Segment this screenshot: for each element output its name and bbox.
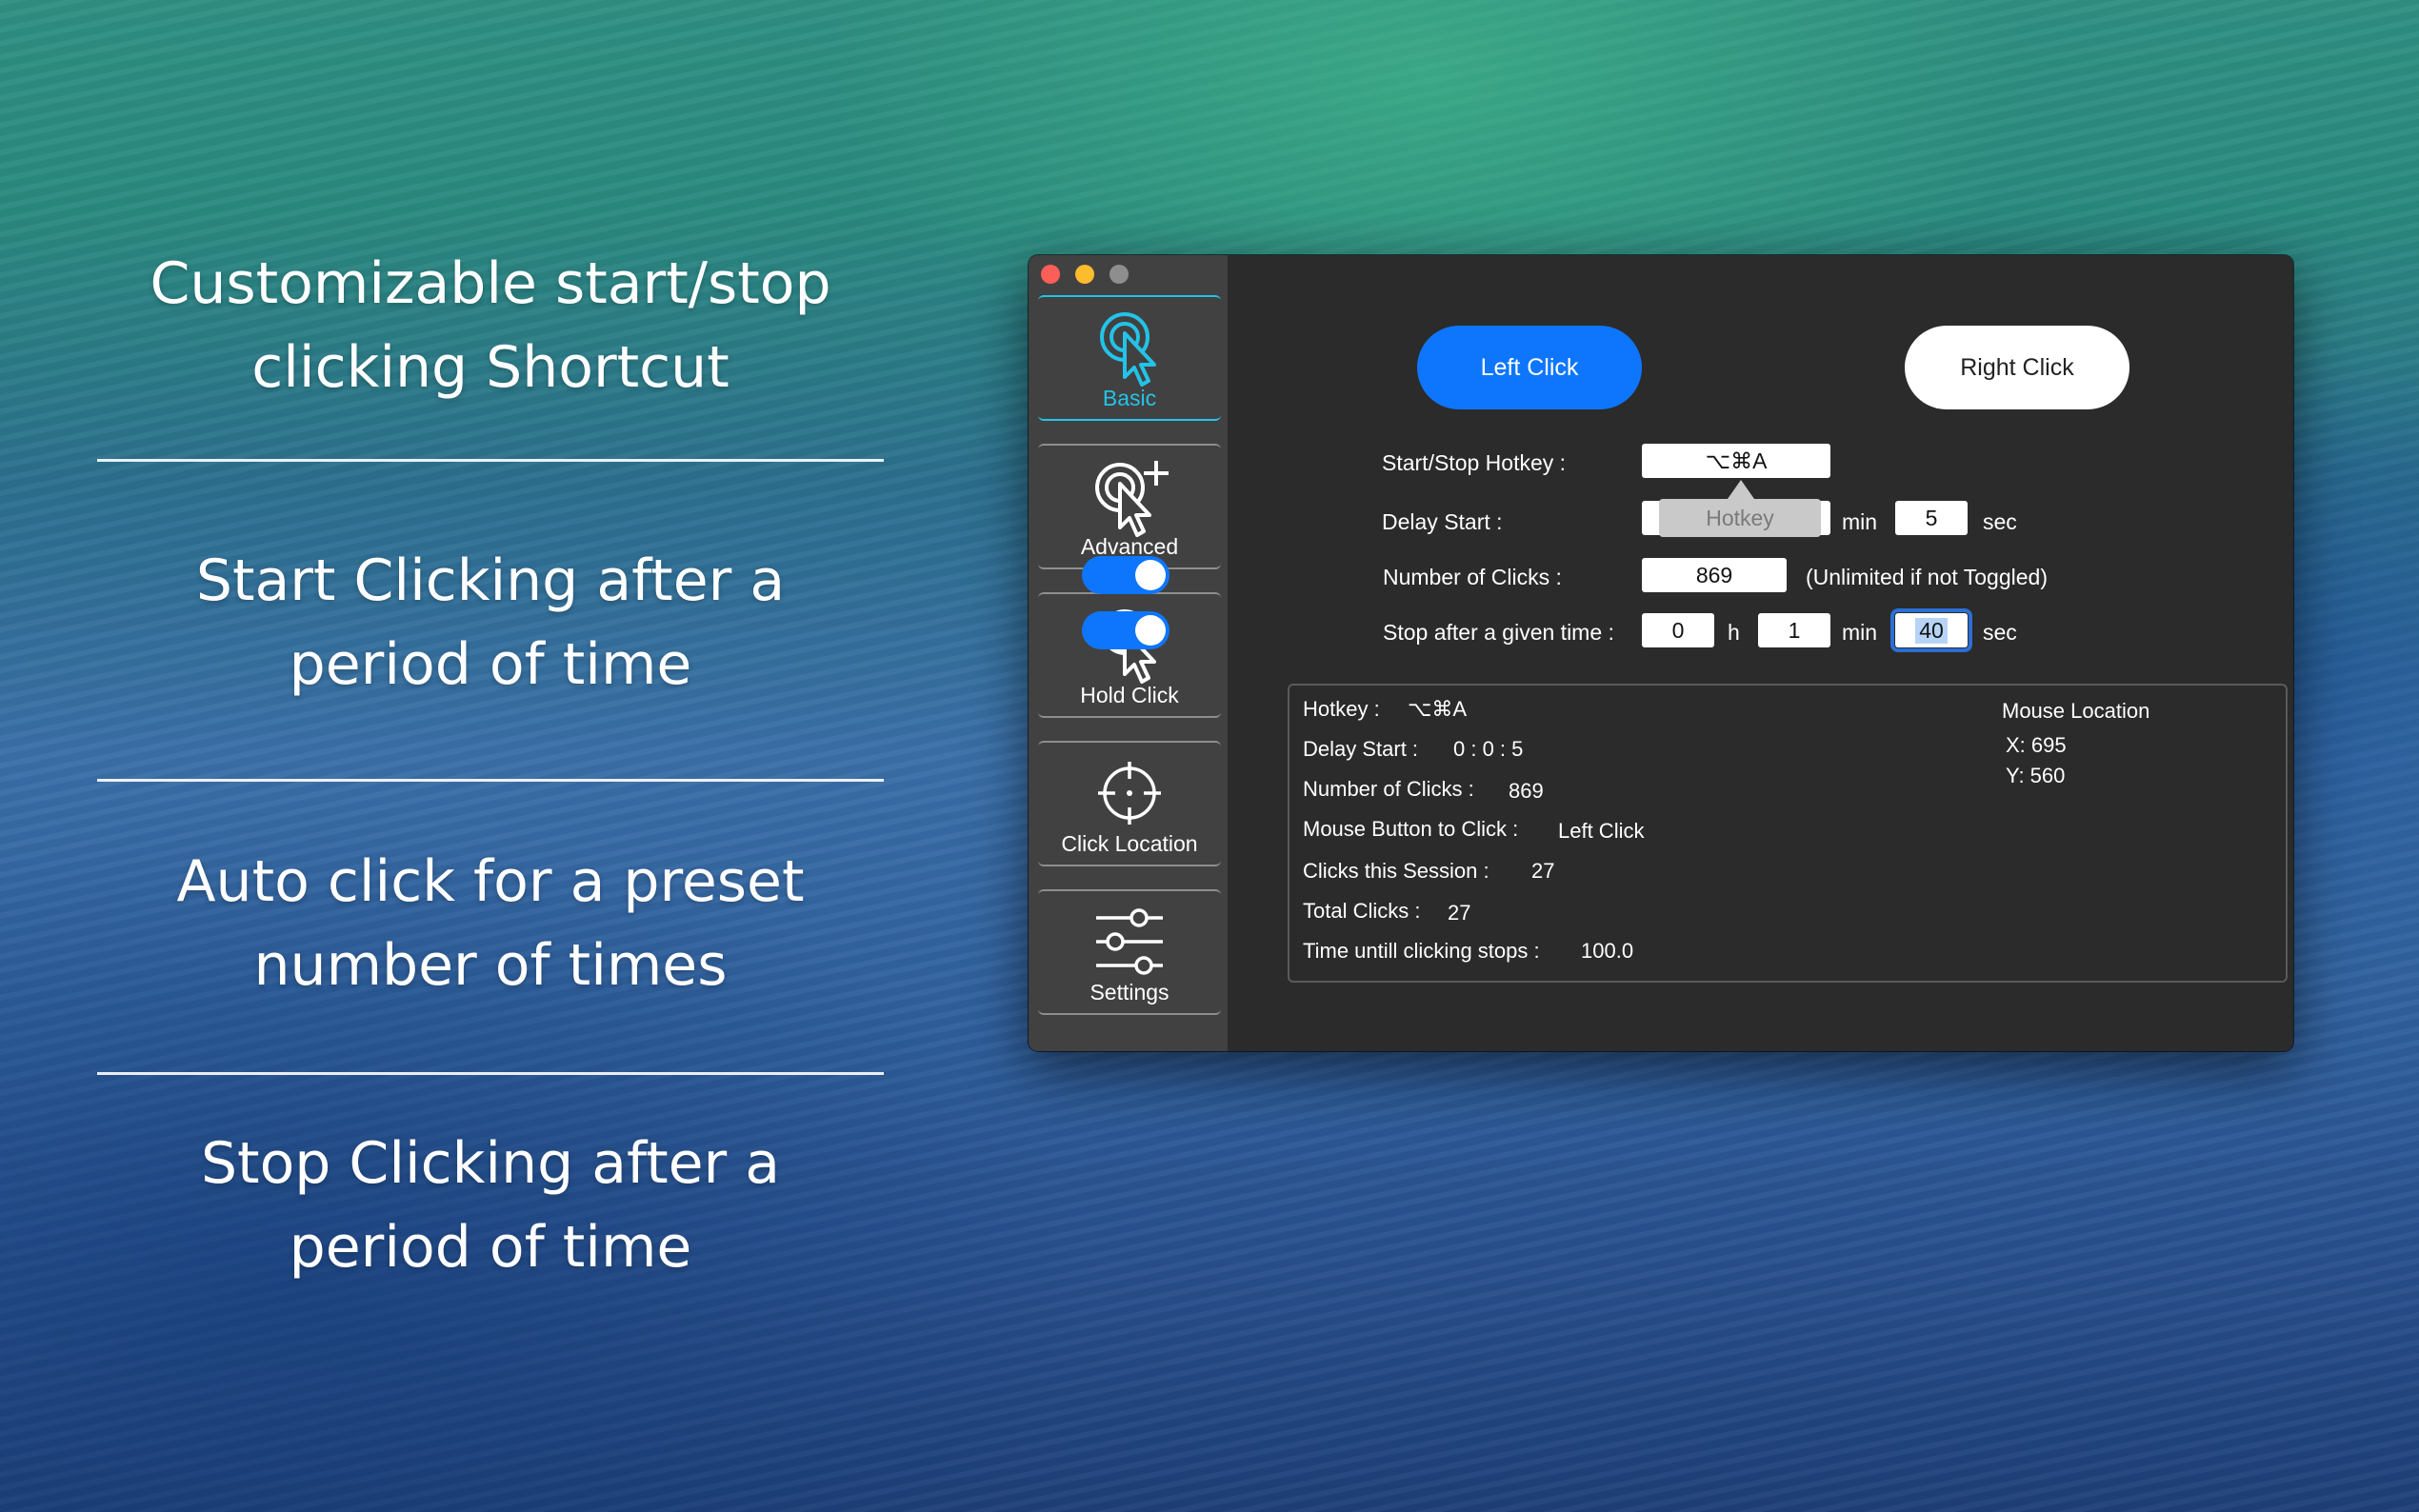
sidebar-item-label: Hold Click <box>1080 683 1179 707</box>
feature-line: Auto click for a preset <box>176 848 805 915</box>
toggle-knob <box>1135 560 1166 590</box>
status-panel: Hotkey : ⌥⌘A Delay Start : 0 : 0 : 5 Num… <box>1288 684 2288 983</box>
hotkey-label: Start/Stop Hotkey : <box>1382 450 1567 475</box>
info-time-label: Time untill clicking stops : <box>1303 939 1540 963</box>
left-click-button[interactable]: Left Click <box>1417 326 1642 409</box>
info-delay-label: Delay Start : <box>1303 737 1419 761</box>
stop-sec-value: 40 <box>1915 617 1948 644</box>
delay-start-label: Delay Start : <box>1382 509 1503 534</box>
feature-line: period of time <box>289 1214 692 1281</box>
sidebar-item-label: Click Location <box>1061 831 1198 856</box>
sliders-icon <box>1096 908 1163 975</box>
tap-pointer-icon <box>1100 312 1156 387</box>
zoom-button[interactable] <box>1110 265 1129 284</box>
stop-sec-unit: sec <box>1983 620 2017 645</box>
sidebar-item-label: Settings <box>1090 980 1170 1005</box>
number-of-clicks-label: Number of Clicks : <box>1383 565 1562 589</box>
app-window: Basic Advanced Hold Click Click Location… <box>1029 255 2293 1051</box>
number-of-clicks-toggle[interactable] <box>1082 556 1170 594</box>
divider <box>97 779 884 782</box>
hotkey-field[interactable]: ⌥⌘A <box>1642 444 1830 478</box>
info-time-value: 100.0 <box>1581 939 1634 963</box>
info-button-label: Mouse Button to Click : <box>1303 817 1519 841</box>
sidebar-item-click-location[interactable]: Click Location <box>1038 741 1221 866</box>
feature-text-delay-start: Start Clicking after a period of time <box>95 539 886 706</box>
stop-after-time-label: Stop after a given time : <box>1383 620 1614 645</box>
delay-sec-unit: sec <box>1983 509 2017 534</box>
info-clicks-label: Number of Clicks : <box>1303 777 1474 801</box>
info-button-value: Left Click <box>1558 819 1645 843</box>
unlimited-note: (Unlimited if not Toggled) <box>1806 565 2048 589</box>
stop-hours-unit: h <box>1728 620 1740 645</box>
mouse-location-y: Y: 560 <box>2006 764 2066 787</box>
delay-sec-field[interactable]: 5 <box>1895 501 1968 535</box>
delay-min-unit: min <box>1842 509 1878 534</box>
close-button[interactable] <box>1041 265 1060 284</box>
feature-line: clicking Shortcut <box>251 334 730 401</box>
info-session-value: 27 <box>1531 859 1555 883</box>
sidebar-item-settings[interactable]: Settings <box>1038 889 1221 1015</box>
feature-line: number of times <box>253 932 728 999</box>
stop-hours-field[interactable]: 0 <box>1642 613 1714 647</box>
divider <box>97 459 884 462</box>
feature-text-stop-time: Stop Clicking after a period of time <box>95 1122 886 1289</box>
stop-min-unit: min <box>1842 620 1878 645</box>
crosshair-icon <box>1098 762 1161 825</box>
feature-line: Stop Clicking after a <box>200 1130 781 1197</box>
info-clicks-value: 869 <box>1509 779 1544 803</box>
toggle-knob <box>1135 615 1166 646</box>
info-hotkey-value: ⌥⌘A <box>1408 697 1468 721</box>
number-of-clicks-field[interactable]: 869 <box>1642 558 1787 592</box>
mouse-location-title: Mouse Location <box>2002 699 2150 723</box>
stop-after-time-toggle[interactable] <box>1082 611 1170 649</box>
feature-text-click-count: Auto click for a preset number of times <box>95 840 886 1007</box>
feature-line: Start Clicking after a <box>195 547 786 614</box>
stop-sec-field[interactable]: 40 <box>1890 608 1972 652</box>
feature-line: Customizable start/stop <box>150 250 831 317</box>
hotkey-tooltip: Hotkey <box>1659 499 1821 537</box>
right-click-button[interactable]: Right Click <box>1905 326 2129 409</box>
sidebar-item-basic[interactable]: Basic <box>1038 295 1221 421</box>
feature-text-shortcut: Customizable start/stop clicking Shortcu… <box>95 242 886 409</box>
info-total-label: Total Clicks : <box>1303 899 1421 923</box>
tap-pointer-plus-icon <box>1095 461 1169 537</box>
minimize-button[interactable] <box>1075 265 1094 284</box>
info-hotkey-label: Hotkey : <box>1303 697 1380 721</box>
info-total-value: 27 <box>1448 901 1471 925</box>
sidebar-item-label: Basic <box>1102 386 1157 410</box>
stop-min-field[interactable]: 1 <box>1758 613 1830 647</box>
divider <box>97 1072 884 1075</box>
info-session-label: Clicks this Session : <box>1303 859 1489 883</box>
sidebar: Basic Advanced Hold Click Click Location… <box>1029 255 1228 1051</box>
feature-line: period of time <box>289 631 692 698</box>
info-delay-value: 0 : 0 : 5 <box>1453 737 1524 761</box>
mouse-location-x: X: 695 <box>2006 733 2067 757</box>
tooltip-arrow <box>1728 480 1754 499</box>
sidebar-item-advanced[interactable]: Advanced <box>1038 444 1221 569</box>
